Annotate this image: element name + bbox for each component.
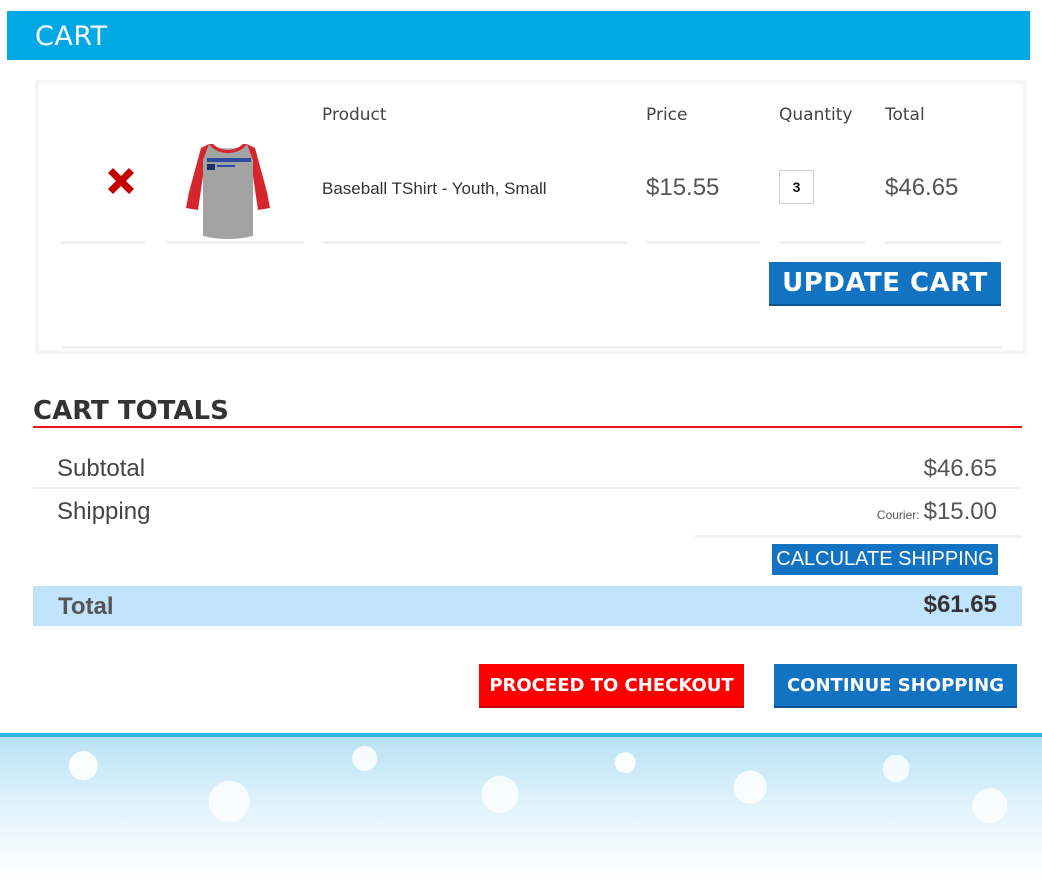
calculate-shipping-button[interactable]: CALCULATE SHIPPING xyxy=(772,544,998,575)
divider xyxy=(695,535,1022,538)
divider xyxy=(166,241,304,244)
shipping-value: $15.00 xyxy=(923,498,997,525)
divider xyxy=(322,241,627,244)
cart-header: CART xyxy=(7,11,1030,60)
total-label: Total xyxy=(58,593,114,620)
column-header-price: Price xyxy=(646,105,688,125)
divider xyxy=(33,487,1022,489)
line-total: $46.65 xyxy=(885,174,959,201)
quantity-input[interactable] xyxy=(779,170,814,204)
subtotal-value: $46.65 xyxy=(923,455,997,482)
column-header-total: Total xyxy=(885,105,925,125)
shipping-method: Courier: xyxy=(876,508,920,522)
continue-shopping-button[interactable]: CONTINUE SHOPPING xyxy=(774,664,1017,708)
heading-underline xyxy=(33,426,1022,428)
subtotal-label: Subtotal xyxy=(57,455,146,482)
unit-price: $15.55 xyxy=(646,174,720,201)
divider xyxy=(61,346,1003,349)
page-title: CART xyxy=(35,21,108,52)
cart-totals-heading: CART TOTALS xyxy=(33,396,229,426)
update-cart-button[interactable]: UPDATE CART xyxy=(769,262,1001,306)
divider xyxy=(779,241,865,244)
divider xyxy=(61,241,145,244)
column-header-product: Product xyxy=(322,105,387,125)
column-header-quantity: Quantity xyxy=(779,105,853,125)
divider xyxy=(885,241,1001,244)
cart-table: Product Price Quantity Total Baseball TS… xyxy=(35,80,1027,354)
raglan-tshirt-image xyxy=(186,144,270,239)
total-value: $61.65 xyxy=(923,591,997,618)
remove-x-icon[interactable] xyxy=(103,165,139,201)
proceed-to-checkout-button[interactable]: PROCEED TO CHECKOUT xyxy=(479,664,744,708)
shipping-label: Shipping xyxy=(57,498,151,525)
footer-background xyxy=(0,737,1042,880)
order-total-row: Total $61.65 xyxy=(33,586,1022,626)
product-name[interactable]: Baseball TShirt - Youth, Small xyxy=(322,179,547,199)
divider xyxy=(646,241,760,244)
shipping-value-cell: Courier: $15.00 xyxy=(877,498,997,526)
